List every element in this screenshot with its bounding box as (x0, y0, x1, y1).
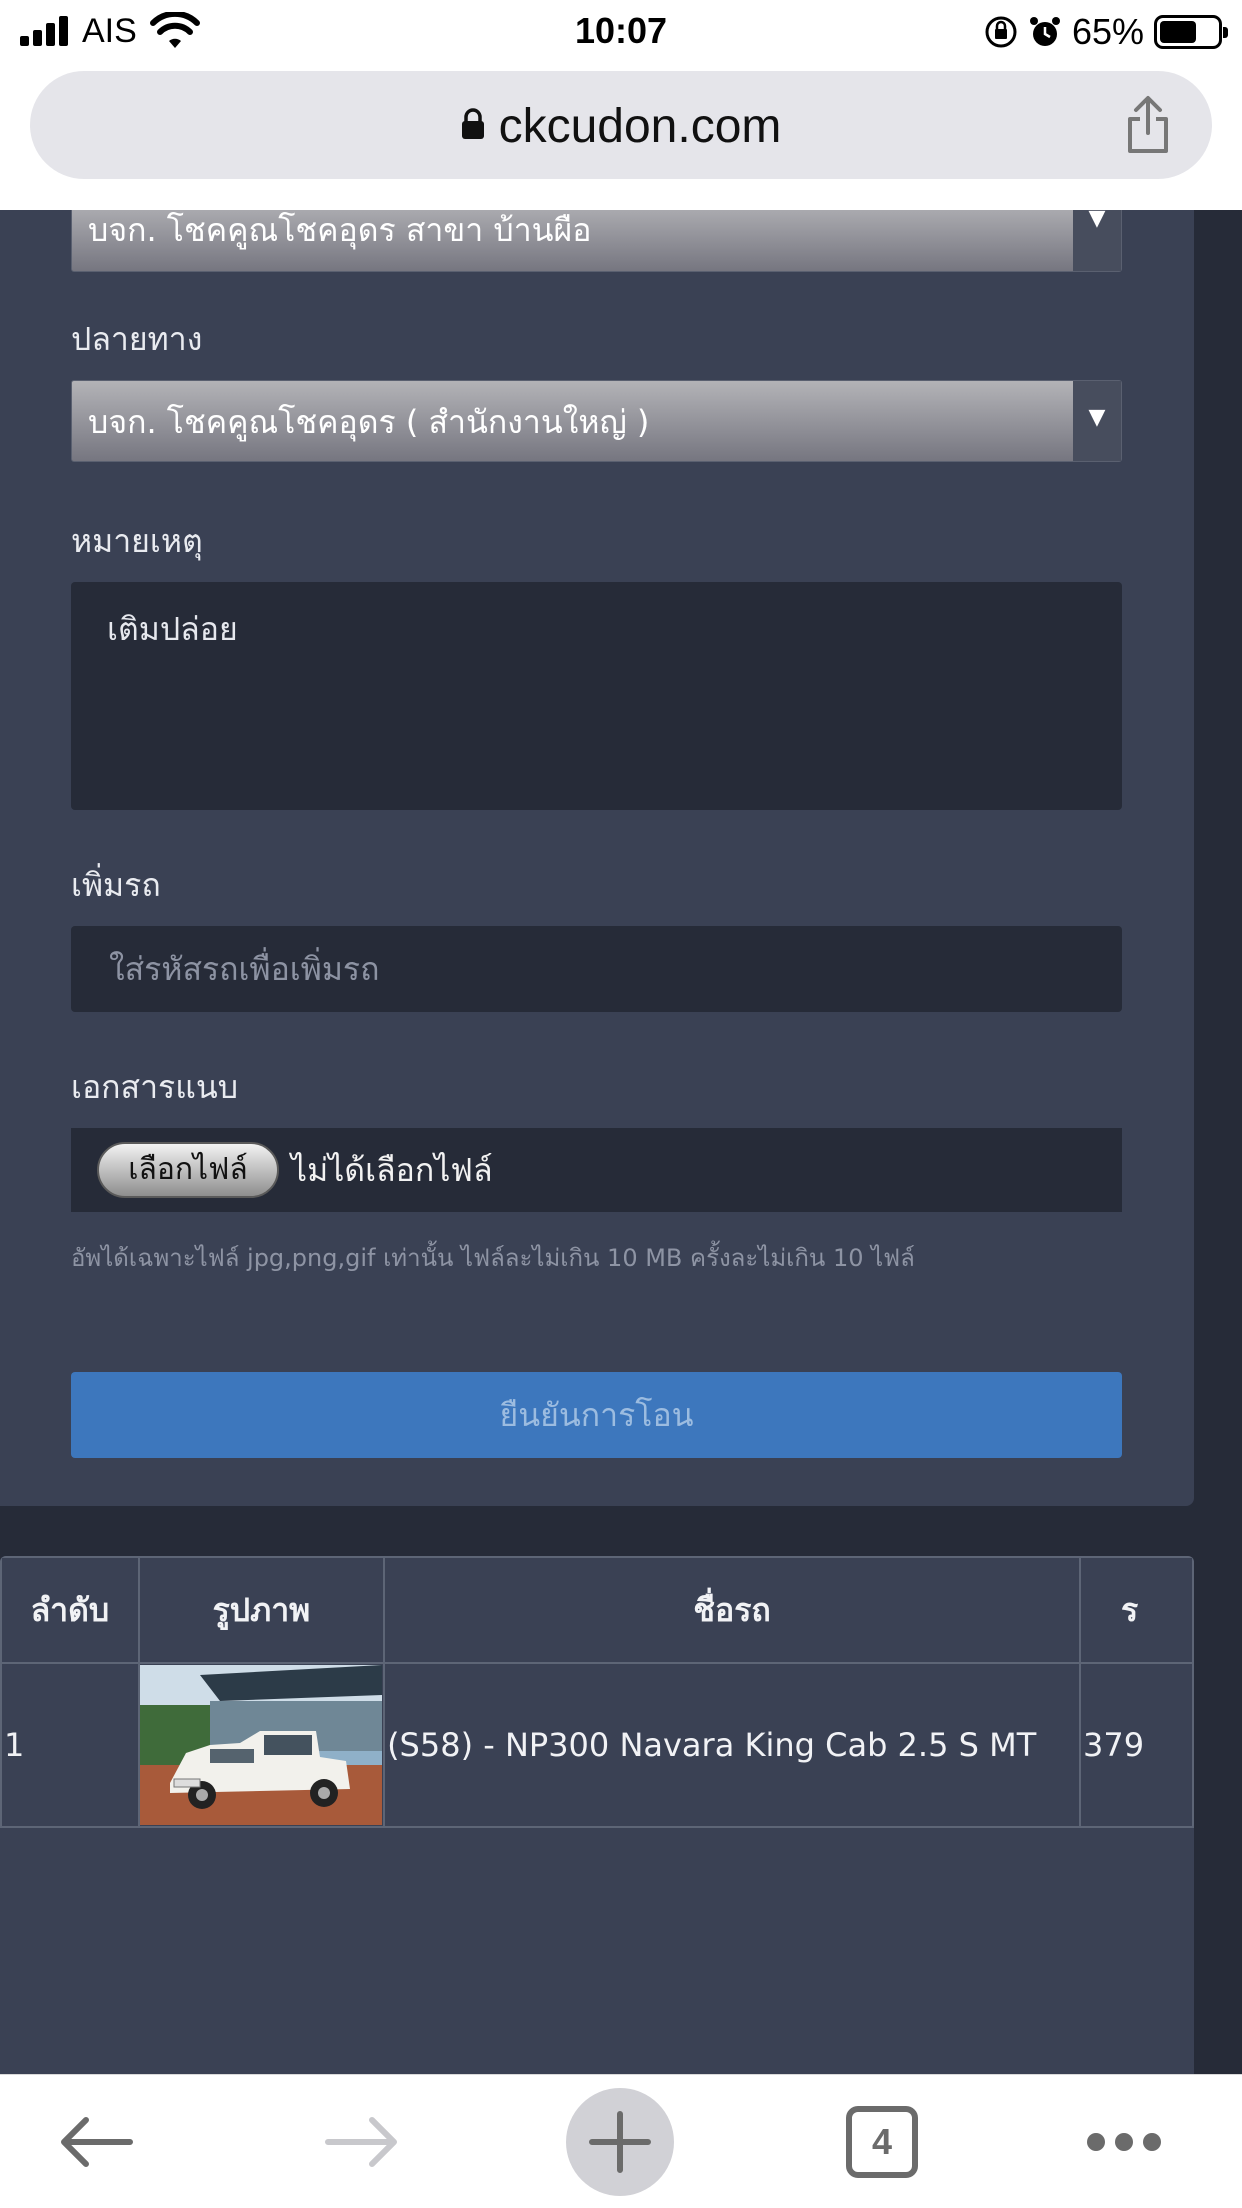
confirm-transfer-button[interactable]: ยืนยันการโอน (71, 1372, 1122, 1458)
car-photo[interactable] (140, 1665, 383, 1825)
table-header-row: ลำดับ รูปภาพ ชื่อรถ ร (0, 1556, 1194, 1664)
add-car-input[interactable]: ใส่รหัสรถเพื่อเพิ่มรถ (71, 926, 1122, 1012)
more-icon (1087, 2133, 1161, 2151)
back-button[interactable] (50, 2075, 142, 2208)
add-car-label: เพิ่มรถ (71, 866, 161, 904)
tabs-icon: 4 (846, 2106, 918, 2178)
tabs-button[interactable]: 4 (846, 2075, 918, 2208)
column-header-index: ลำดับ (0, 1556, 140, 1664)
row-car-name: (S58) - NP300 Navara King Cab 2.5 S MT (383, 1662, 1081, 1828)
status-bar: AIS 10:07 65% (0, 0, 1242, 66)
car-table-container[interactable]: ลำดับ รูปภาพ ชื่อรถ ร 1 (S58) - NP300 Na… (0, 1556, 1194, 2074)
no-file-selected-text: ไม่ได้เลือกไฟล์ (291, 1151, 493, 1189)
forward-arrow-icon (325, 2117, 397, 2167)
row-price-truncated: 379 (1078, 1662, 1194, 1828)
note-label: หมายเหตุ (71, 522, 203, 560)
battery-percentage: 65% (1071, 11, 1144, 52)
browser-address-area: ckcudon.com (0, 66, 1242, 210)
column-header-truncated: ร (1078, 1556, 1194, 1664)
battery-icon (1154, 15, 1228, 49)
dropdown-arrow-icon: ▼ (1073, 210, 1121, 271)
column-header-image: รูปภาพ (137, 1556, 386, 1664)
share-icon[interactable] (1124, 95, 1172, 155)
back-arrow-icon (61, 2117, 133, 2167)
plus-icon (589, 2111, 651, 2173)
column-header-car-name: ชื่อรถ (383, 1556, 1081, 1664)
orientation-lock-icon (985, 16, 1017, 48)
car-table: ลำดับ รูปภาพ ชื่อรถ ร 1 (S58) - NP300 Na… (0, 1556, 1194, 1828)
destination-select[interactable]: บจก. โชคคูณโชคอุดร ( สำนักงานใหญ่ ) ▼ (71, 380, 1122, 462)
origin-select[interactable]: บจก. โชคคูณโชคอุดร สาขา บ้านผือ ▼ (71, 210, 1122, 272)
note-textarea[interactable]: เติมปล่อย (71, 582, 1122, 810)
alarm-icon (1029, 17, 1060, 46)
more-button[interactable] (1082, 2075, 1166, 2208)
destination-select-value: บจก. โชคคูณโชคอุดร ( สำนักงานใหญ่ ) (88, 403, 650, 441)
address-bar[interactable]: ckcudon.com (30, 71, 1212, 179)
file-upload-field: เลือกไฟล์ ไม่ได้เลือกไฟล์ (71, 1128, 1122, 1212)
row-index: 1 (0, 1662, 140, 1828)
browser-toolbar: 4 (0, 2074, 1242, 2208)
url-text: ckcudon.com (498, 100, 782, 153)
table-row: 1 (S58) - NP300 Navara King Cab 2.5 S MT… (0, 1662, 1194, 1828)
transfer-form-card: บจก. โชคคูณโชคอุดร สาขา บ้านผือ ▼ ปลายทา… (0, 210, 1194, 1506)
choose-file-button[interactable]: เลือกไฟล์ (97, 1142, 279, 1198)
destination-label: ปลายทาง (71, 320, 203, 358)
origin-select-value: บจก. โชคคูณโชคอุดร สาขา บ้านผือ (88, 211, 592, 249)
battery-level (1160, 21, 1197, 43)
row-image-cell (137, 1662, 386, 1828)
new-tab-button[interactable] (566, 2075, 674, 2208)
attachment-label: เอกสารแนบ (71, 1068, 239, 1106)
upload-hint: อัพได้เฉพาะไฟล์ jpg,png,gif เท่านั้น ไฟล… (71, 1244, 915, 1272)
page-content: บจก. โชคคูณโชคอุดร สาขา บ้านผือ ▼ ปลายทา… (0, 210, 1242, 2074)
dropdown-arrow-icon: ▼ (1073, 381, 1121, 461)
forward-button[interactable] (316, 2075, 408, 2208)
lock-icon (461, 108, 484, 140)
